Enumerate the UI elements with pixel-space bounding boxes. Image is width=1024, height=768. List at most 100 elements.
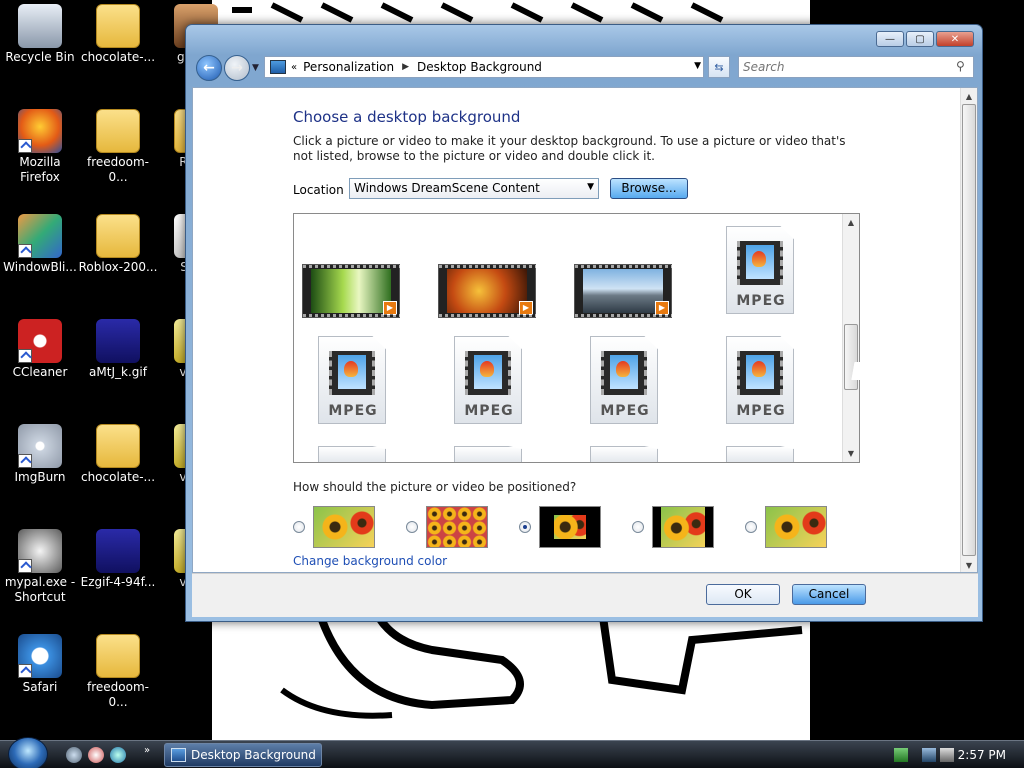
desktop-icon[interactable]: CCleaner [0,319,80,380]
desktop-icon[interactable]: WindowBli... [0,214,80,275]
minimize-button[interactable]: — [876,31,904,47]
scroll-down-icon[interactable]: ▼ [961,557,977,572]
folder-icon [96,424,140,468]
desktop-icon-label: freedoom-0... [87,680,149,709]
gallery-item-partial[interactable] [294,446,394,462]
cancel-button[interactable]: Cancel [792,584,866,605]
position-option-tile[interactable] [406,506,506,550]
forward-button[interactable]: → [224,55,250,81]
position-radio[interactable] [632,521,644,533]
volume-icon[interactable] [940,748,954,762]
gallery-scroll-thumb[interactable] [844,324,858,390]
refresh-button[interactable]: ⇆ [708,56,730,78]
gallery-item-video-2[interactable]: ▶ [438,244,538,334]
desktop-icon[interactable]: Safari [0,634,80,695]
recent-pages-button[interactable]: ▼ [252,63,259,73]
position-option-stretch[interactable] [745,506,845,550]
start-button[interactable] [8,737,48,768]
quicklaunch-overflow-icon[interactable]: » [144,745,150,756]
gallery-item-mpeg[interactable]: MPEG [430,336,530,426]
gallery-item-mpeg[interactable]: MPEG [702,336,802,426]
internet-explorer-icon[interactable] [110,747,126,763]
content-scroll-thumb[interactable] [962,104,976,556]
scroll-down-icon[interactable]: ▼ [843,445,859,461]
gallery-item-mpeg[interactable]: MPEG [294,336,394,426]
search-icon[interactable]: ⚲ [956,59,965,73]
position-fill-thumbnail[interactable] [313,506,375,548]
address-dropdown-icon[interactable]: ▼ [694,61,701,71]
position-center-thumbnail[interactable] [539,506,601,548]
position-radio-selected[interactable] [519,521,531,533]
video-thumbnail: ▶ [574,264,673,318]
search-input[interactable] [738,56,974,78]
breadcrumb-personalization[interactable]: Personalization [303,60,394,74]
refresh-icon: ⇆ [714,60,724,74]
desktop-icon[interactable]: aMtJ_k.gif [78,319,158,380]
gallery-item-partial[interactable] [566,446,666,462]
desktop-icon-label: Roblox-200... [78,260,158,274]
gallery-item-video-1[interactable]: ▶ [302,244,402,334]
content-scrollbar[interactable]: ▲ ▼ [960,88,977,572]
desktop-icon[interactable]: mypal.exe - Shortcut [0,529,80,605]
mpeg-label: MPEG [600,403,650,419]
desktop-icon[interactable]: freedoom-0... [78,109,158,185]
desktop-icon-area: Recycle Binchocolate-...guy-...Mozilla F… [0,0,218,740]
content-pane: Choose a desktop background Click a pict… [192,87,978,573]
gallery-item-video-3[interactable]: ▶ [574,244,674,334]
imgburn-icon [18,424,62,468]
taskbar-item-desktop-background[interactable]: Desktop Background [164,743,322,767]
network-icon[interactable] [922,748,936,762]
desktop-icon[interactable]: Ezgif-4-94f... [78,529,158,590]
desktop-icon[interactable]: Mozilla Firefox [0,109,80,185]
position-radio[interactable] [293,521,305,533]
breadcrumb-separator-icon[interactable]: ▶ [402,62,409,72]
mpeg-file-icon: MPEG [590,336,658,424]
play-icon: ▶ [519,301,533,315]
breadcrumb-desktop-background[interactable]: Desktop Background [417,60,542,74]
breadcrumb-overflow-icon[interactable]: « [291,62,297,73]
desktop-icon[interactable]: freedoom-0... [78,634,158,710]
gallery-item-partial[interactable] [702,446,802,462]
address-bar[interactable]: « Personalization ▶ Desktop Background ▼ [264,56,704,78]
shortcut-arrow-icon [18,559,32,573]
ccleaner-icon [18,319,62,363]
desktop-icon[interactable]: Recycle Bin [0,4,80,65]
gallery-scrollbar[interactable]: ▲ ▼ [842,214,859,462]
position-option-fill[interactable] [293,506,393,550]
position-fit-thumbnail[interactable] [652,506,714,548]
desktop-icon[interactable]: ImgBurn [0,424,80,485]
clock[interactable]: 2:57 PM [958,748,1006,762]
security-shield-icon[interactable] [894,748,908,762]
gallery-item-partial[interactable] [430,446,530,462]
scroll-up-icon[interactable]: ▲ [843,214,859,230]
gallery-item-mpeg[interactable]: MPEG [702,226,802,316]
media-player-icon[interactable] [88,747,104,763]
show-desktop-icon[interactable] [66,747,82,763]
position-radio[interactable] [406,521,418,533]
position-option-fit[interactable] [632,506,732,550]
ok-button[interactable]: OK [706,584,780,605]
back-button[interactable]: ← [196,55,222,81]
close-icon: ✕ [950,33,960,45]
gallery-item-mpeg[interactable]: MPEG [566,336,666,426]
folder-icon [96,634,140,678]
change-background-color-link[interactable]: Change background color [293,554,447,568]
location-select[interactable]: Windows DreamScene Content ▼ [349,178,599,199]
mpeg-file-icon [590,446,658,462]
scroll-up-icon[interactable]: ▲ [961,88,977,104]
desktop-icon[interactable]: Roblox-200... [78,214,158,275]
maximize-button[interactable]: ▢ [906,31,934,47]
desktop-icon-label: Mozilla Firefox [19,155,61,184]
position-tile-thumbnail[interactable] [426,506,488,548]
video-thumbnail: ▶ [438,264,537,318]
minimize-icon: — [885,33,895,45]
mpeg-label: MPEG [736,403,786,419]
desktop-icon[interactable]: chocolate-... [78,424,158,485]
position-option-center[interactable] [519,506,619,550]
desktop-icon[interactable]: chocolate-... [78,4,158,65]
position-radio[interactable] [745,521,757,533]
browse-button[interactable]: Browse... [610,178,688,199]
page-description: Click a picture or video to make it your… [293,134,846,163]
close-button[interactable]: ✕ [936,31,974,47]
position-stretch-thumbnail[interactable] [765,506,827,548]
